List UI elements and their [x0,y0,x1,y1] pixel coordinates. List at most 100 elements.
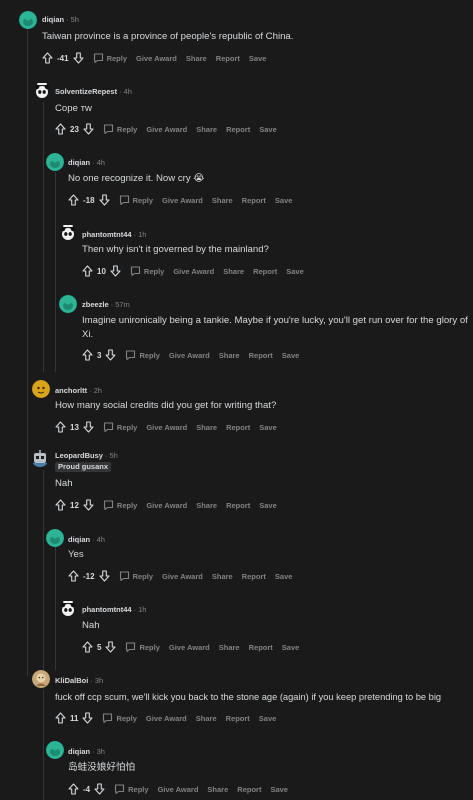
save-button[interactable]: Save [259,423,277,432]
save-button[interactable]: Save [275,572,293,581]
downvote-icon[interactable] [83,499,94,511]
comment-time[interactable]: 4h [97,158,105,167]
report-button[interactable]: Report [237,785,261,794]
downvote-icon[interactable] [110,265,121,277]
share-button[interactable]: Share [207,785,228,794]
save-button[interactable]: Save [282,643,300,652]
user-avatar[interactable] [33,82,51,100]
reply-button[interactable]: Reply [102,712,137,724]
comment-time[interactable]: 3h [97,747,105,756]
comment-time[interactable]: 57m [115,300,130,309]
comment-author[interactable]: diqian [68,158,90,167]
save-button[interactable]: Save [259,714,277,723]
give-award-button[interactable]: Give Award [169,351,210,360]
save-button[interactable]: Save [259,125,277,134]
give-award-button[interactable]: Give Award [146,714,187,723]
share-button[interactable]: Share [196,423,217,432]
thread-line[interactable] [43,102,44,372]
give-award-button[interactable]: Give Award [146,423,187,432]
comment-time[interactable]: 3h [95,676,103,685]
downvote-icon[interactable] [99,194,110,206]
save-button[interactable]: Save [270,785,288,794]
reply-button[interactable]: Reply [119,570,153,582]
comment-time[interactable]: 1h [138,605,146,614]
give-award-button[interactable]: Give Award [162,196,203,205]
report-button[interactable]: Report [226,501,250,510]
reply-button[interactable]: Reply [125,349,160,361]
downvote-icon[interactable] [99,570,110,582]
save-button[interactable]: Save [286,267,304,276]
user-avatar[interactable] [46,741,64,759]
downvote-icon[interactable] [105,349,117,361]
share-button[interactable]: Share [186,54,207,63]
upvote-icon[interactable] [82,641,93,653]
upvote-icon[interactable] [68,570,79,582]
user-avatar[interactable] [59,600,77,618]
downvote-icon[interactable] [82,712,94,724]
reply-button[interactable]: Reply [103,421,137,433]
user-avatar[interactable] [46,153,64,171]
downvote-icon[interactable] [73,52,84,64]
upvote-icon[interactable] [42,52,53,64]
comment-author[interactable]: diqian [68,535,90,544]
save-button[interactable]: Save [282,351,300,360]
report-button[interactable]: Report [253,267,277,276]
upvote-icon[interactable] [82,349,93,361]
share-button[interactable]: Share [219,351,240,360]
comment-time[interactable]: 4h [124,87,132,96]
thread-line[interactable] [55,172,56,372]
comment-time[interactable]: 4h [97,535,105,544]
comment-author[interactable]: zbeezle [82,300,109,309]
reply-button[interactable]: Reply [114,783,149,795]
share-button[interactable]: Share [219,643,240,652]
comment-author[interactable]: anchorltt [55,386,87,395]
reply-button[interactable]: Reply [119,194,153,206]
give-award-button[interactable]: Give Award [158,785,199,794]
report-button[interactable]: Report [226,423,250,432]
reply-button[interactable]: Reply [130,265,164,277]
share-button[interactable]: Share [196,501,217,510]
give-award-button[interactable]: Give Award [169,643,210,652]
thread-line[interactable] [27,28,28,676]
upvote-icon[interactable] [68,783,79,795]
comment-author[interactable]: phantomtnt44 [82,605,132,614]
user-avatar[interactable] [46,529,64,547]
give-award-button[interactable]: Give Award [162,572,203,581]
user-avatar[interactable] [32,380,50,398]
comment-time[interactable]: 5h [71,15,79,24]
downvote-icon[interactable] [94,783,105,795]
user-avatar[interactable] [59,295,77,313]
upvote-icon[interactable] [68,194,79,206]
share-button[interactable]: Share [212,196,233,205]
report-button[interactable]: Report [249,351,273,360]
downvote-icon[interactable] [105,641,117,653]
give-award-button[interactable]: Give Award [173,267,214,276]
report-button[interactable]: Report [226,125,250,134]
give-award-button[interactable]: Give Award [146,501,187,510]
reply-button[interactable]: Reply [103,123,137,135]
upvote-icon[interactable] [82,265,93,277]
comment-author[interactable]: SolventizeRepest [55,87,117,96]
comment-time[interactable]: 1h [138,230,146,239]
reply-button[interactable]: Reply [93,52,127,64]
report-button[interactable]: Report [216,54,240,63]
upvote-icon[interactable] [55,123,66,135]
comment-author[interactable]: diqian [68,747,90,756]
share-button[interactable]: Share [196,714,217,723]
downvote-icon[interactable] [83,123,94,135]
comment-author[interactable]: diqian [42,15,64,24]
user-avatar[interactable] [32,670,50,688]
reply-button[interactable]: Reply [103,499,137,511]
thread-line[interactable] [55,545,56,670]
share-button[interactable]: Share [212,572,233,581]
save-button[interactable]: Save [249,54,267,63]
report-button[interactable]: Report [242,572,266,581]
user-avatar[interactable] [31,449,49,467]
comment-author[interactable]: KliDalBoi [55,676,88,685]
report-button[interactable]: Report [242,196,266,205]
share-button[interactable]: Share [196,125,217,134]
downvote-icon[interactable] [83,421,94,433]
comment-author[interactable]: phantomtnt44 [82,230,132,239]
comment-time[interactable]: 2h [94,386,102,395]
save-button[interactable]: Save [259,501,277,510]
